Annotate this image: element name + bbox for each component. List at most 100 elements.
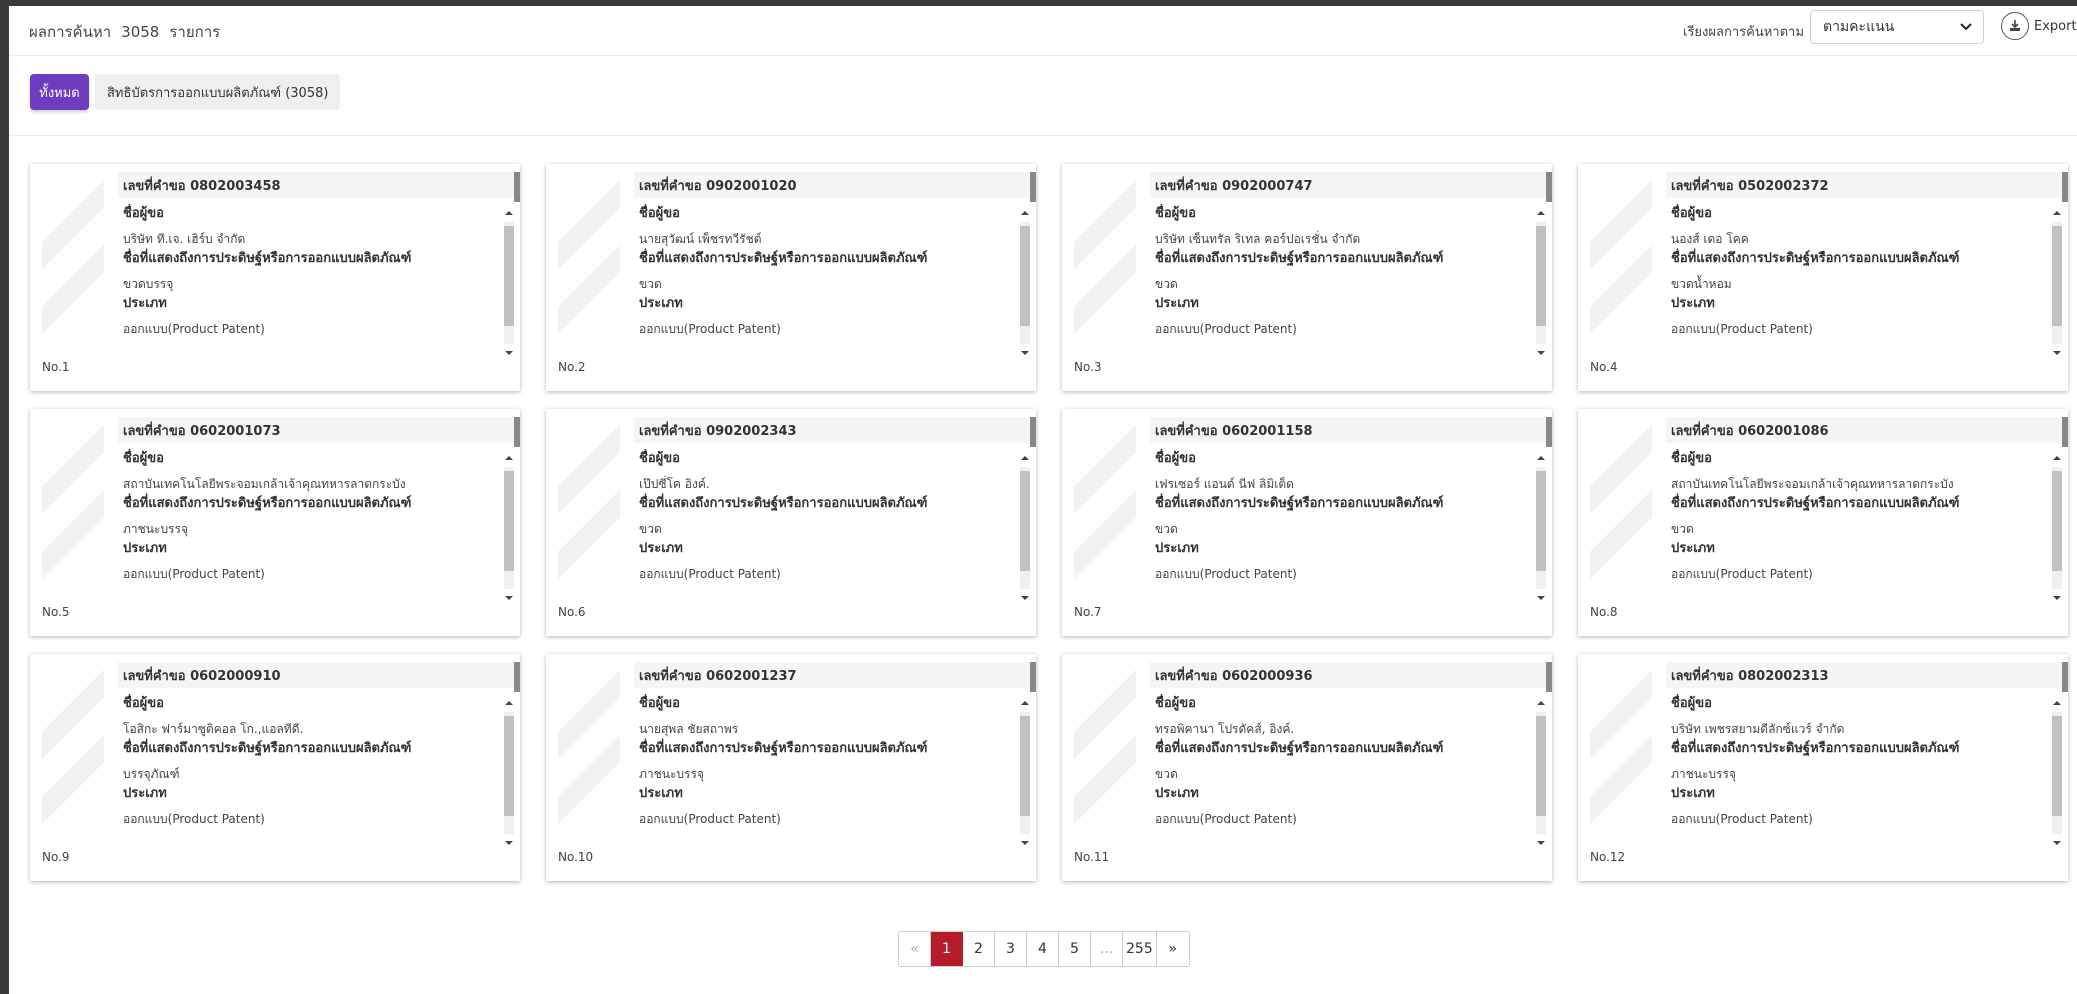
card-application-number: เลขที่คำขอ 0902001020 — [634, 172, 1036, 202]
scroll-thumb[interactable] — [1020, 471, 1030, 571]
scroll-thumb[interactable] — [1536, 226, 1546, 326]
card-thumbnail — [42, 417, 104, 587]
scroll-thumb[interactable] — [2052, 716, 2062, 816]
scroll-up-icon[interactable] — [1536, 208, 1546, 218]
card-body: ชื่อผู้ขอ นองส์ เดอ โคค ชื่อที่แสดงถึงการป… — [1671, 204, 2041, 354]
scroll-down-icon[interactable] — [1536, 593, 1546, 603]
card-scrollbar[interactable] — [2050, 698, 2064, 848]
scroll-down-icon[interactable] — [2052, 838, 2062, 848]
scroll-up-icon[interactable] — [1536, 698, 1546, 708]
result-card[interactable]: เลขที่คำขอ 0602001158 ชื่อผู้ขอ เฟรเซอร์ แ… — [1062, 409, 1552, 636]
scroll-thumb[interactable] — [1536, 716, 1546, 816]
type-value: ออกแบบ(Product Patent) — [639, 812, 781, 826]
scroll-up-icon[interactable] — [504, 698, 514, 708]
scroll-down-icon[interactable] — [1020, 348, 1030, 358]
type-label: ประเภท — [123, 541, 167, 556]
result-count: ผลการค้นหา 3058 รายการ — [29, 20, 230, 44]
card-scrollbar[interactable] — [1018, 698, 1032, 848]
scroll-down-icon[interactable] — [1020, 593, 1030, 603]
type-label: ประเภท — [1155, 786, 1199, 801]
title-label: ชื่อที่แสดงถึงการประดิษฐ์หรือการออกแบบผล… — [123, 496, 412, 511]
card-scrollbar[interactable] — [1534, 208, 1548, 358]
pagination-page-last[interactable]: 255 — [1123, 932, 1157, 966]
result-card[interactable]: เลขที่คำขอ 0602000936 ชื่อผู้ขอ ทรอพิคานา … — [1062, 654, 1552, 881]
result-card[interactable]: เลขที่คำขอ 0902000747 ชื่อผู้ขอ บริษัท เซ็… — [1062, 164, 1552, 391]
export-icon — [2001, 12, 2029, 40]
export-button[interactable]: Export — [2001, 12, 2077, 40]
scroll-thumb[interactable] — [504, 716, 514, 816]
card-scrollbar[interactable] — [2050, 208, 2064, 358]
pagination-page-1[interactable]: 1 — [931, 932, 963, 966]
card-scrollbar[interactable] — [1018, 453, 1032, 603]
result-card[interactable]: เลขที่คำขอ 0902001020 ชื่อผู้ขอ นายสุวัฒน์… — [546, 164, 1036, 391]
card-scrollbar[interactable] — [1018, 208, 1032, 358]
type-value: ออกแบบ(Product Patent) — [123, 812, 265, 826]
scroll-thumb[interactable] — [1020, 716, 1030, 816]
type-value: ออกแบบ(Product Patent) — [639, 567, 781, 581]
scroll-up-icon[interactable] — [2052, 453, 2062, 463]
scroll-thumb[interactable] — [504, 226, 514, 326]
pagination-next[interactable]: » — [1157, 932, 1189, 966]
applicant-value: ทรอพิคานา โปรดัคส์, อิงค์. — [1155, 722, 1295, 736]
card-scrollbar[interactable] — [502, 453, 516, 603]
result-card[interactable]: เลขที่คำขอ 0602001086 ชื่อผู้ขอ สถาบันเทคโ… — [1578, 409, 2068, 636]
scroll-thumb[interactable] — [1536, 471, 1546, 571]
pagination-page-3[interactable]: 3 — [995, 932, 1027, 966]
sort-label: เรียงผลการค้นหาตาม — [1683, 25, 1804, 40]
scroll-up-icon[interactable] — [504, 453, 514, 463]
type-label: ประเภท — [1671, 541, 1715, 556]
card-scrollbar[interactable] — [502, 208, 516, 358]
result-card[interactable]: เลขที่คำขอ 0602001237 ชื่อผู้ขอ นายสุพล ชั… — [546, 654, 1036, 881]
scroll-up-icon[interactable] — [504, 208, 514, 218]
applicant-value: สถาบันเทคโนโลยีพระจอมเกล้าเจ้าคุณทหารลาด… — [1671, 477, 1954, 491]
scroll-down-icon[interactable] — [1020, 838, 1030, 848]
sort-select[interactable]: ตามคะแนน — [1810, 10, 1984, 44]
card-application-number: เลขที่คำขอ 0802003458 — [118, 172, 520, 202]
scroll-up-icon[interactable] — [1020, 453, 1030, 463]
pagination-page-2[interactable]: 2 — [963, 932, 995, 966]
scroll-down-icon[interactable] — [504, 838, 514, 848]
scroll-down-icon[interactable] — [2052, 593, 2062, 603]
result-card[interactable]: เลขที่คำขอ 0802003458 ชื่อผู้ขอ บริษัท ที.… — [30, 164, 520, 391]
applicant-label: ชื่อผู้ขอ — [123, 451, 164, 466]
card-header-tab — [1546, 172, 1552, 202]
card-scrollbar[interactable] — [502, 698, 516, 848]
scroll-down-icon[interactable] — [504, 593, 514, 603]
card-scrollbar[interactable] — [1534, 453, 1548, 603]
applicant-label: ชื่อผู้ขอ — [1671, 206, 1712, 221]
scroll-track — [2052, 712, 2062, 834]
scroll-thumb[interactable] — [2052, 471, 2062, 571]
card-scrollbar[interactable] — [1534, 698, 1548, 848]
pagination-page-5[interactable]: 5 — [1059, 932, 1091, 966]
scroll-up-icon[interactable] — [1020, 698, 1030, 708]
scroll-down-icon[interactable] — [1536, 838, 1546, 848]
scroll-thumb[interactable] — [1020, 226, 1030, 326]
scroll-thumb[interactable] — [504, 471, 514, 571]
application-number-text: เลขที่คำขอ 0602001158 — [1155, 423, 1313, 439]
scroll-up-icon[interactable] — [2052, 698, 2062, 708]
filter-all-button[interactable]: ทั้งหมด — [30, 74, 89, 110]
card-body: ชื่อผู้ขอ ทรอพิคานา โปรดัคส์, อิงค์. ชื่อท… — [1155, 694, 1525, 844]
scroll-track — [504, 222, 514, 344]
title-value: ขวด — [639, 277, 662, 291]
scroll-down-icon[interactable] — [2052, 348, 2062, 358]
scroll-down-icon[interactable] — [1536, 348, 1546, 358]
result-card[interactable]: เลขที่คำขอ 0602000910 ชื่อผู้ขอ โอสิกะ ฟาร… — [30, 654, 520, 881]
scroll-down-icon[interactable] — [504, 348, 514, 358]
card-header-tab — [2062, 662, 2068, 692]
card-application-number: เลขที่คำขอ 0602001158 — [1150, 417, 1552, 447]
result-card[interactable]: เลขที่คำขอ 0502002372 ชื่อผู้ขอ นองส์ เดอ … — [1578, 164, 2068, 391]
scroll-thumb[interactable] — [2052, 226, 2062, 326]
card-scrollbar[interactable] — [2050, 453, 2064, 603]
title-label: ชื่อที่แสดงถึงการประดิษฐ์หรือการออกแบบผล… — [1671, 741, 1960, 756]
card-header-tab — [514, 172, 520, 202]
type-label: ประเภท — [1155, 541, 1199, 556]
scroll-up-icon[interactable] — [2052, 208, 2062, 218]
pagination-page-4[interactable]: 4 — [1027, 932, 1059, 966]
result-card[interactable]: เลขที่คำขอ 0802002313 ชื่อผู้ขอ บริษัท เพช… — [1578, 654, 2068, 881]
scroll-up-icon[interactable] — [1020, 208, 1030, 218]
result-card[interactable]: เลขที่คำขอ 0902002343 ชื่อผู้ขอ เป๊ปซี่โค … — [546, 409, 1036, 636]
scroll-up-icon[interactable] — [1536, 453, 1546, 463]
result-card[interactable]: เลขที่คำขอ 0602001073 ชื่อผู้ขอ สถาบันเทคโ… — [30, 409, 520, 636]
filter-category-button[interactable]: สิทธิบัตรการออกแบบผลิตภัณฑ์ (3058) — [95, 74, 341, 110]
